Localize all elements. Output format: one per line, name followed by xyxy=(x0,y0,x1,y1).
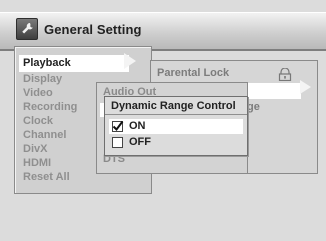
submenu-item-parental-lock[interactable]: Parental Lock xyxy=(157,67,229,79)
menu-item-playback[interactable]: Playback xyxy=(19,55,129,72)
wrench-icon xyxy=(16,18,38,40)
checkbox-empty-icon[interactable] xyxy=(112,137,123,148)
menu-item-recording[interactable]: Recording xyxy=(23,100,77,114)
option-off-label: OFF xyxy=(129,136,151,148)
checkbox-checked-icon[interactable] xyxy=(112,120,124,132)
option-on[interactable]: ON xyxy=(109,119,243,134)
menu-item-reset-all[interactable]: Reset All xyxy=(23,170,70,184)
selection-arrow-icon xyxy=(124,53,136,69)
settings-screen: General Setting Playback Display Video R… xyxy=(0,0,326,241)
menu-item-divx[interactable]: DivX xyxy=(23,142,47,156)
dialog-divider xyxy=(105,114,247,115)
menu-item-clock[interactable]: Clock xyxy=(23,114,53,128)
menu-item-video[interactable]: Video xyxy=(23,86,53,100)
menu-item-hdmi[interactable]: HDMI xyxy=(23,156,51,170)
page-title: General Setting xyxy=(44,22,142,37)
dynamic-range-control-dialog: Dynamic Range Control ON OFF xyxy=(104,96,248,156)
option-on-label: ON xyxy=(129,120,146,132)
menu-item-channel[interactable]: Channel xyxy=(23,128,66,142)
dialog-title: Dynamic Range Control xyxy=(111,100,236,112)
menu-item-display[interactable]: Display xyxy=(23,72,62,86)
submenu-item-partial[interactable]: ge xyxy=(247,101,260,113)
option-off[interactable]: OFF xyxy=(109,135,243,150)
submenu-arrow-icon xyxy=(300,80,311,94)
